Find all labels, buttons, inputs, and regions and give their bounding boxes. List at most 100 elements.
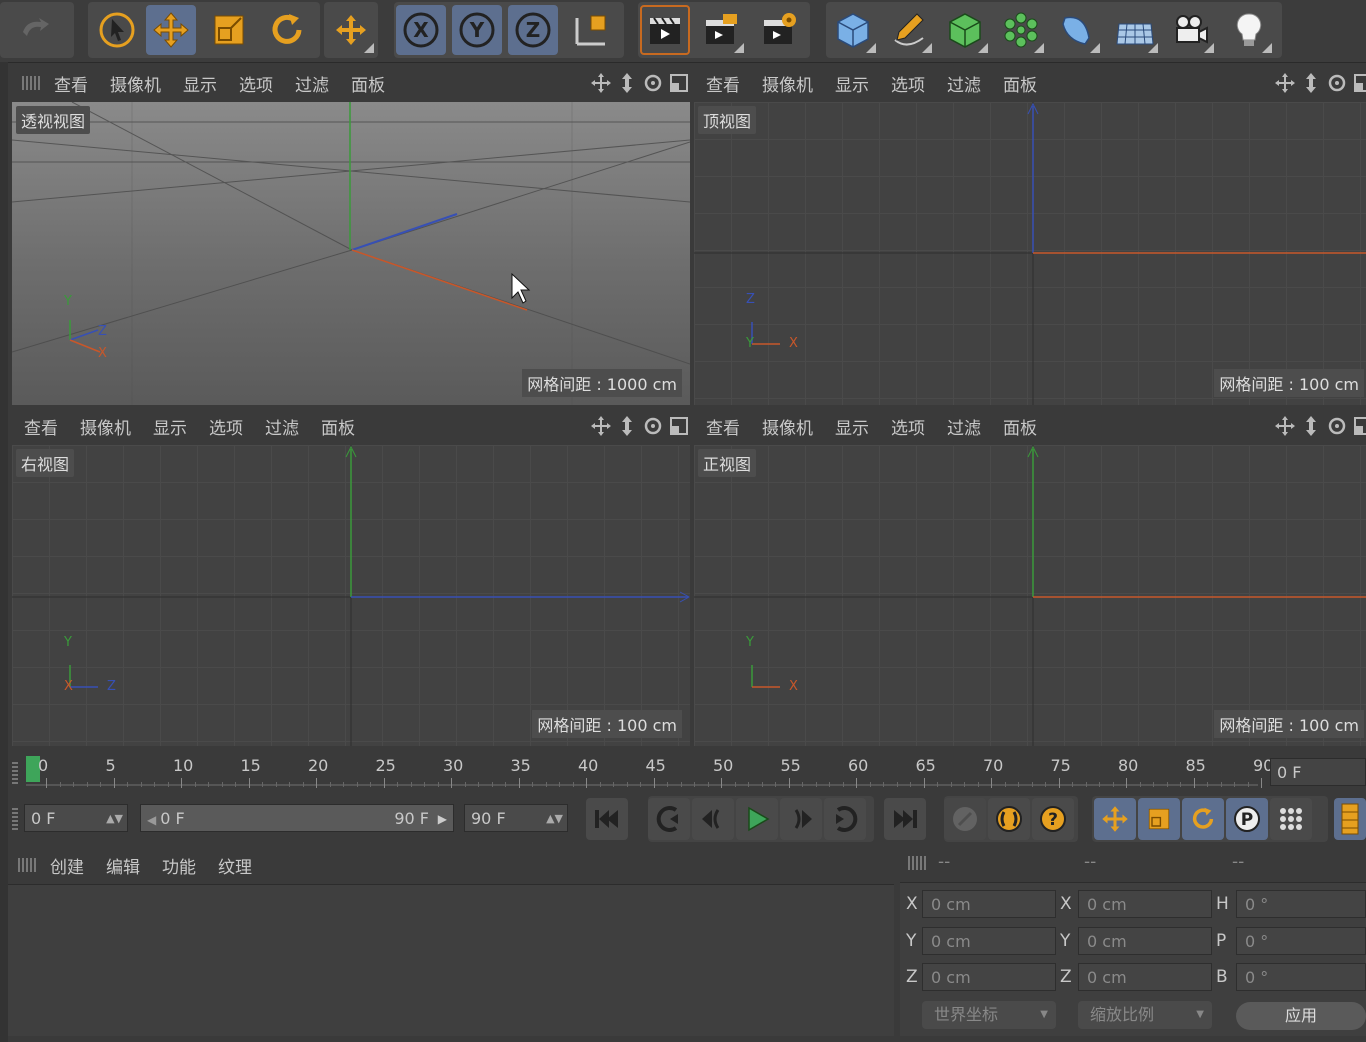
menu-panel[interactable]: 面板 — [321, 414, 355, 439]
axis-y-toggle[interactable]: Y — [452, 5, 502, 55]
viewport-front[interactable]: 查看 摄像机 显示 选项 过滤 面板 Y X 正视图 网格间距 : 100 cm — [694, 407, 1366, 746]
orbit-icon[interactable] — [1326, 415, 1348, 437]
menu-filter[interactable]: 过滤 — [295, 71, 329, 96]
menu-filter[interactable]: 过滤 — [265, 414, 299, 439]
next-frame-button[interactable] — [780, 798, 822, 840]
perspective-canvas[interactable]: Y Z X 透视视图 网格间距 : 1000 cm — [12, 102, 690, 405]
menu-create[interactable]: 创建 — [50, 853, 84, 878]
coordinate-system-button[interactable] — [566, 5, 616, 55]
menu-filter[interactable]: 过滤 — [947, 71, 981, 96]
menu-display[interactable]: 显示 — [835, 71, 869, 96]
stepper-icon[interactable]: ▲▼ — [106, 805, 123, 833]
add-camera-button[interactable] — [1166, 5, 1216, 55]
add-light-button[interactable] — [1224, 5, 1274, 55]
orbit-icon[interactable] — [642, 415, 664, 437]
world-coordinates-dropdown[interactable]: 世界坐标 ▼ — [922, 1001, 1056, 1029]
keyframe-selection-button[interactable]: ? — [1032, 798, 1074, 840]
panel-grip-icon[interactable] — [22, 76, 40, 90]
render-view-button[interactable] — [640, 5, 690, 55]
maximize-view-icon[interactable] — [668, 72, 690, 94]
stepper-icon[interactable]: ▲▼ — [546, 805, 563, 833]
menu-panel[interactable]: 面板 — [351, 71, 385, 96]
select-tool-button[interactable] — [92, 5, 142, 55]
render-picture-viewer-button[interactable] — [696, 5, 746, 55]
rot-b-field[interactable]: 0 ° — [1236, 963, 1366, 991]
pan-icon[interactable] — [590, 72, 612, 94]
end-frame-field[interactable]: 90 F ▲▼ — [464, 804, 568, 832]
menu-display[interactable]: 显示 — [835, 414, 869, 439]
menu-options[interactable]: 选项 — [891, 414, 925, 439]
panel-grip-icon[interactable] — [12, 808, 18, 830]
menu-panel[interactable]: 面板 — [1003, 71, 1037, 96]
key-parameter-toggle[interactable]: P — [1226, 798, 1268, 840]
viewport-perspective[interactable]: 查看 摄像机 显示 选项 过滤 面板 Y Z X 透视视图 网格间距: 100… — [12, 64, 690, 405]
size-z-field[interactable]: 0 cm — [1078, 963, 1212, 991]
add-spline-pen-button[interactable] — [884, 5, 934, 55]
menu-edit[interactable]: 编辑 — [106, 853, 140, 878]
pan-icon[interactable] — [1274, 72, 1296, 94]
menu-options[interactable]: 选项 — [891, 71, 925, 96]
viewport-top[interactable]: 查看 摄像机 显示 选项 过滤 面板 Z Y X 顶视图 网格间距 : 100 … — [694, 64, 1366, 405]
zoom-icon[interactable] — [1300, 415, 1322, 437]
play-button[interactable] — [736, 798, 778, 840]
frame-range-slider[interactable]: ◀ 0 F 90 F ▶ — [140, 804, 454, 832]
autokey-button[interactable] — [988, 798, 1030, 840]
add-deformer-button[interactable] — [1052, 5, 1102, 55]
menu-options[interactable]: 选项 — [239, 71, 273, 96]
pos-z-field[interactable]: 0 cm — [922, 963, 1056, 991]
next-key-button[interactable] — [824, 798, 866, 840]
start-frame-field[interactable]: 0 F ▲▼ — [24, 804, 128, 832]
move-tool-button[interactable] — [146, 5, 196, 55]
panel-grip-icon[interactable] — [908, 856, 926, 870]
menu-function[interactable]: 功能 — [162, 853, 196, 878]
rot-h-field[interactable]: 0 ° — [1236, 890, 1366, 918]
axis-x-toggle[interactable]: X — [396, 5, 446, 55]
menu-options[interactable]: 选项 — [209, 414, 243, 439]
current-frame-field[interactable]: 0 F — [1270, 758, 1366, 786]
menu-filter[interactable]: 过滤 — [947, 414, 981, 439]
front-canvas[interactable]: Y X 正视图 网格间距 : 100 cm — [694, 445, 1366, 746]
prev-key-button[interactable] — [648, 798, 690, 840]
recent-tool-button[interactable] — [326, 5, 376, 55]
timeline-ruler[interactable]: 0 5 10 15 20 25 30 35 40 45 50 55 60 65 70 75 80 85 90 0 F — [8, 748, 1366, 796]
scale-mode-dropdown[interactable]: 缩放比例 ▼ — [1078, 1001, 1212, 1029]
menu-display[interactable]: 显示 — [153, 414, 187, 439]
pan-icon[interactable] — [590, 415, 612, 437]
axis-z-toggle[interactable]: Z — [508, 5, 558, 55]
size-y-field[interactable]: 0 cm — [1078, 927, 1212, 955]
key-position-toggle[interactable] — [1094, 798, 1136, 840]
maximize-view-icon[interactable] — [1352, 72, 1366, 94]
rotate-tool-button[interactable] — [262, 5, 312, 55]
menu-view[interactable]: 查看 — [54, 71, 88, 96]
menu-view[interactable]: 查看 — [24, 414, 58, 439]
key-rotation-toggle[interactable] — [1182, 798, 1224, 840]
right-canvas[interactable]: Y X Z 右视图 网格间距 : 100 cm — [12, 445, 690, 746]
orbit-icon[interactable] — [642, 72, 664, 94]
pos-y-field[interactable]: 0 cm — [922, 927, 1056, 955]
zoom-icon[interactable] — [1300, 72, 1322, 94]
menu-view[interactable]: 查看 — [706, 414, 740, 439]
menu-display[interactable]: 显示 — [183, 71, 217, 96]
prev-frame-button[interactable] — [692, 798, 734, 840]
add-cube-button[interactable] — [828, 5, 878, 55]
apply-button[interactable]: 应用 — [1236, 1002, 1366, 1030]
pos-x-field[interactable]: 0 cm — [922, 890, 1056, 918]
key-pla-toggle[interactable] — [1270, 798, 1312, 840]
undo-button[interactable] — [10, 5, 60, 55]
add-floor-button[interactable] — [1110, 5, 1160, 55]
menu-panel[interactable]: 面板 — [1003, 414, 1037, 439]
timeline-window-button[interactable] — [1334, 798, 1366, 840]
maximize-view-icon[interactable] — [1352, 415, 1366, 437]
zoom-icon[interactable] — [616, 415, 638, 437]
orbit-icon[interactable] — [1326, 72, 1348, 94]
scale-tool-button[interactable] — [204, 5, 254, 55]
menu-cameras[interactable]: 摄像机 — [80, 414, 131, 439]
rot-p-field[interactable]: 0 ° — [1236, 927, 1366, 955]
add-cloner-button[interactable] — [996, 5, 1046, 55]
render-settings-button[interactable] — [754, 5, 804, 55]
pan-icon[interactable] — [1274, 415, 1296, 437]
menu-cameras[interactable]: 摄像机 — [762, 71, 813, 96]
range-left-arrow-icon[interactable]: ◀ — [147, 813, 156, 827]
menu-texture[interactable]: 纹理 — [218, 853, 252, 878]
menu-view[interactable]: 查看 — [706, 71, 740, 96]
